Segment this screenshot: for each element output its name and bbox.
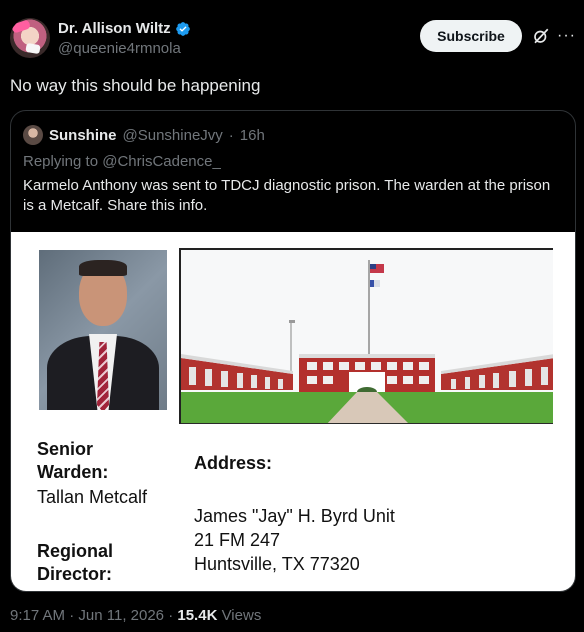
address-block: James "Jay" H. Byrd Unit 21 FM 247 Hunts…: [194, 504, 395, 576]
quote-media-image[interactable]: Senior Warden: Tallan Metcalf Regional D…: [11, 232, 575, 591]
author-display-name-row[interactable]: Dr. Allison Wiltz: [58, 20, 191, 37]
quote-display-name[interactable]: Sunshine: [49, 127, 117, 144]
quote-avatar[interactable]: [23, 125, 43, 145]
senior-warden-label-line-1: Senior: [37, 439, 94, 459]
tweet-footer: 9:17 AM · Jun 11, 2026 · 15.4K Views: [10, 607, 261, 624]
regional-director-label-line-1: Regional: [37, 541, 114, 561]
author-handle[interactable]: @queenie4rmnola: [58, 40, 191, 57]
tweet-header: Dr. Allison Wiltz @queenie4rmnola Subscr…: [10, 12, 577, 62]
senior-warden-label: Senior Warden:: [37, 438, 108, 484]
avatar-sticker: [11, 19, 31, 34]
address-line-3: Huntsville, TX 77320: [194, 554, 360, 574]
quote-header: Sunshine @SunshineJvy · 16h: [23, 125, 265, 145]
author-avatar[interactable]: [10, 18, 50, 58]
views-count: 15.4K: [177, 607, 218, 624]
grok-icon[interactable]: [532, 27, 550, 45]
footer-separator-2: ·: [168, 607, 174, 624]
quote-handle[interactable]: @SunshineJvy: [123, 127, 223, 144]
avatar-sticker-2: [25, 42, 41, 55]
prison-unit-photo: [179, 248, 553, 424]
verified-badge-icon: [175, 21, 190, 36]
quote-text: Karmelo Anthony was sent to TDCJ diagnos…: [23, 177, 551, 214]
subscribe-button[interactable]: Subscribe: [420, 20, 522, 52]
warden-portrait: [39, 250, 167, 410]
senior-warden-name: Tallan Metcalf: [37, 487, 148, 507]
tweet-date[interactable]: Jun 11, 2026: [78, 607, 164, 624]
senior-warden-label-line-2: Warden:: [37, 462, 109, 482]
more-icon[interactable]: ···: [557, 26, 577, 46]
regional-director-label: Regional Director:: [37, 540, 113, 586]
tweet-time[interactable]: 9:17 AM: [10, 607, 65, 624]
tweet-text: No way this should be happening: [10, 76, 261, 95]
quote-time[interactable]: 16h: [240, 127, 265, 144]
quote-replying-to: Replying to @ChrisCadence_: [23, 153, 221, 170]
portrait-hair: [79, 260, 127, 276]
author-display-name[interactable]: Dr. Allison Wiltz: [58, 20, 171, 37]
address-label: Address:: [194, 453, 273, 473]
quoted-tweet[interactable]: Sunshine @SunshineJvy · 16h Replying to …: [10, 110, 576, 592]
prison-photo-drawing: [181, 250, 553, 424]
author-name-block: Dr. Allison Wiltz @queenie4rmnola: [58, 20, 191, 57]
quote-separator: ·: [228, 126, 234, 144]
regional-director-label-line-2: Director:: [37, 564, 113, 584]
footer-separator-1: ·: [69, 607, 75, 624]
address-line-2: 21 FM 247: [194, 530, 281, 550]
address-line-1: James "Jay" H. Byrd Unit: [194, 506, 395, 526]
views-label: Views: [221, 607, 262, 624]
